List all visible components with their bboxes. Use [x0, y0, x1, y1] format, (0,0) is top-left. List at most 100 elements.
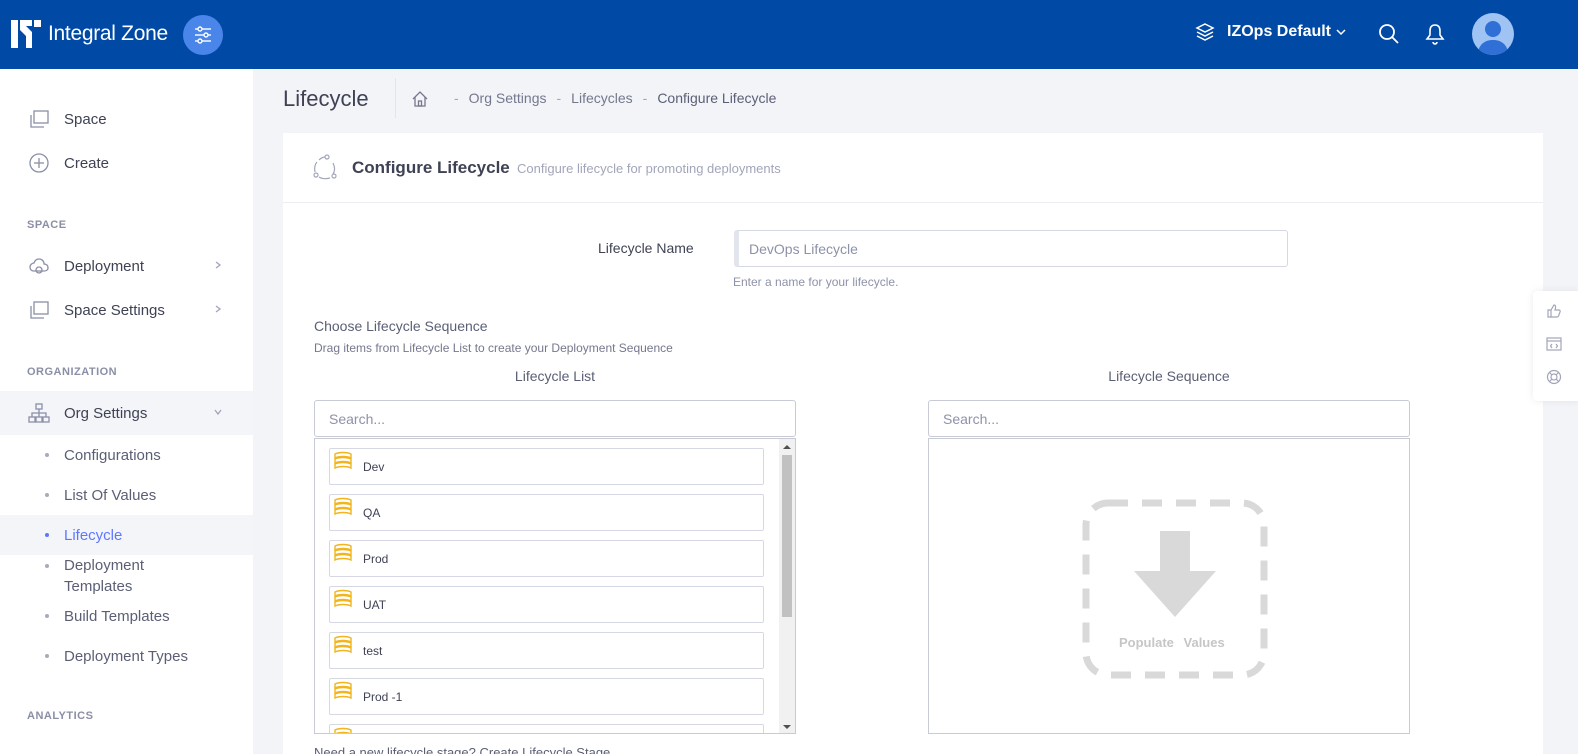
scroll-up-icon[interactable] [783, 443, 791, 451]
list-item-label: UAT [363, 597, 387, 612]
subheader-divider [395, 78, 396, 118]
chevron-right-icon [215, 305, 222, 313]
cloud-icon [29, 258, 49, 274]
lifecycle-sequence-dropzone[interactable]: Populate Values [928, 438, 1410, 734]
chevron-down-icon [214, 409, 222, 416]
breadcrumb-separator: - [454, 90, 459, 106]
stack-icon [334, 451, 352, 469]
space-switcher[interactable]: IZOps Default [1195, 22, 1347, 42]
sidebar-subitem-label: List Of Values [64, 486, 157, 504]
brand-logo[interactable]: Integral Zone [10, 18, 168, 50]
copy-icon [30, 110, 49, 128]
create-stage-hint: Need a new lifecycle stage? Create Lifec… [314, 745, 611, 754]
scroll-down-icon[interactable] [783, 723, 791, 731]
chevron-right-icon [215, 261, 222, 269]
sidebar-subitem-build-templates[interactable]: Build Templates [0, 596, 253, 636]
lifecycle-name-input[interactable] [734, 230, 1288, 267]
sidebar-subitem-deployment-templates[interactable]: Deployment Templates [0, 555, 253, 597]
search-icon[interactable] [1377, 22, 1401, 46]
lifecycle-name-hint: Enter a name for your lifecycle. [733, 275, 899, 289]
breadcrumb-org-settings[interactable]: Org Settings [469, 90, 547, 106]
breadcrumb-lifecycles[interactable]: Lifecycles [571, 90, 632, 106]
list-item-label: QA [363, 505, 381, 520]
list-item-label: Prod [363, 551, 389, 566]
sidebar-item-label: Deployment [64, 257, 145, 275]
sidebar: Space Create SPACE Deployment Space Sett… [0, 69, 253, 754]
sidebar-item-label: Create [64, 154, 110, 172]
sidebar-item-label: Space [64, 110, 107, 128]
space-name: IZOps Default [1227, 23, 1332, 40]
list-item-label: Prod -1 [363, 689, 403, 704]
breadcrumb: - Org Settings - Lifecycles - Configure … [448, 90, 776, 106]
lifecycle-list[interactable]: Dev QA Prod UAT test Prod -1 [314, 438, 796, 734]
list-item-label: Dev [363, 459, 385, 474]
scrollbar-thumb[interactable] [782, 455, 792, 617]
breadcrumb-separator: - [642, 90, 648, 106]
breadcrumb-separator: - [556, 90, 562, 106]
sidebar-subitem-list-of-values[interactable]: List Of Values [0, 475, 253, 515]
choose-sequence-title: Choose Lifecycle Sequence [314, 318, 488, 334]
lifebuoy-icon[interactable] [1546, 369, 1562, 385]
sliders-icon [195, 26, 211, 44]
integral-zone-logo-icon [11, 20, 41, 48]
stack-icon [334, 497, 352, 515]
sidebar-item-space-settings[interactable]: Space Settings [0, 288, 253, 332]
settings-menu-button[interactable] [183, 15, 223, 55]
home-icon[interactable] [411, 90, 429, 108]
list-item-prod-1[interactable]: Prod -1 [329, 678, 764, 715]
drop-here-icon [1082, 499, 1268, 679]
card-title: Configure Lifecycle [352, 158, 510, 177]
drop-zone-label: Populate Values [1119, 635, 1225, 650]
lifecycle-name-label: Lifecycle Name [598, 240, 694, 256]
breadcrumb-configure-lifecycle: Configure Lifecycle [657, 90, 777, 106]
sidebar-subitem-deployment-types[interactable]: Deployment Types [0, 636, 253, 676]
stack-icon [334, 589, 352, 607]
sidebar-item-space[interactable]: Space [0, 97, 253, 141]
list-item-test[interactable]: test [329, 632, 764, 669]
sidebar-subitem-label: Lifecycle [64, 526, 123, 544]
section-label-analytics: ANALYTICS [27, 710, 94, 722]
list-item-partial[interactable] [329, 724, 764, 733]
sidebar-item-create[interactable]: Create [0, 141, 253, 185]
layers-icon [1195, 23, 1215, 41]
list-item-uat[interactable]: UAT [329, 586, 764, 623]
stack-icon [334, 727, 352, 733]
sidebar-item-deployment[interactable]: Deployment [0, 244, 253, 288]
lifecycle-sequence-title: Lifecycle Sequence [1108, 368, 1230, 384]
configure-lifecycle-card: Configure Lifecycle Configure lifecycle … [283, 133, 1543, 754]
bullet-icon [45, 453, 49, 457]
copy-icon [30, 301, 49, 319]
stack-icon [334, 635, 352, 653]
lifecycle-cycle-icon [313, 154, 337, 180]
sidebar-subitem-lifecycle[interactable]: Lifecycle [0, 515, 253, 555]
bullet-icon [45, 493, 49, 497]
stack-icon [334, 681, 352, 699]
bullet-icon [45, 654, 49, 658]
code-window-icon[interactable] [1546, 336, 1562, 352]
list-item-prod[interactable]: Prod [329, 540, 764, 577]
list-item-qa[interactable]: QA [329, 494, 764, 531]
lifecycle-list-search-input[interactable] [314, 400, 796, 437]
top-header: Integral Zone IZOps Default [0, 0, 1578, 69]
quick-actions-toolbar [1533, 291, 1578, 401]
sidebar-item-org-settings[interactable]: Org Settings [0, 391, 253, 435]
sidebar-subitem-label: Build Templates [64, 607, 170, 625]
thumbs-up-icon[interactable] [1546, 303, 1562, 319]
section-label-space: SPACE [27, 219, 67, 231]
page-title: Lifecycle [283, 86, 369, 111]
user-icon [1477, 21, 1509, 55]
card-header: Configure Lifecycle Configure lifecycle … [283, 133, 1543, 203]
lifecycle-sequence-search-input[interactable] [928, 400, 1410, 437]
sidebar-subitem-label: Deployment Types [64, 647, 188, 665]
stack-icon [334, 543, 352, 561]
sidebar-item-label: Space Settings [64, 301, 165, 319]
brand-name: Integral Zone [48, 22, 168, 45]
lifecycle-list-title: Lifecycle List [514, 368, 596, 384]
bullet-icon [45, 614, 49, 618]
sidebar-subitem-configurations[interactable]: Configurations [0, 435, 253, 475]
sitemap-icon [28, 403, 50, 423]
user-avatar[interactable] [1472, 13, 1514, 55]
notifications-icon[interactable] [1423, 22, 1447, 46]
list-item-dev[interactable]: Dev [329, 448, 764, 485]
choose-sequence-subtitle: Drag items from Lifecycle List to create… [314, 341, 673, 355]
